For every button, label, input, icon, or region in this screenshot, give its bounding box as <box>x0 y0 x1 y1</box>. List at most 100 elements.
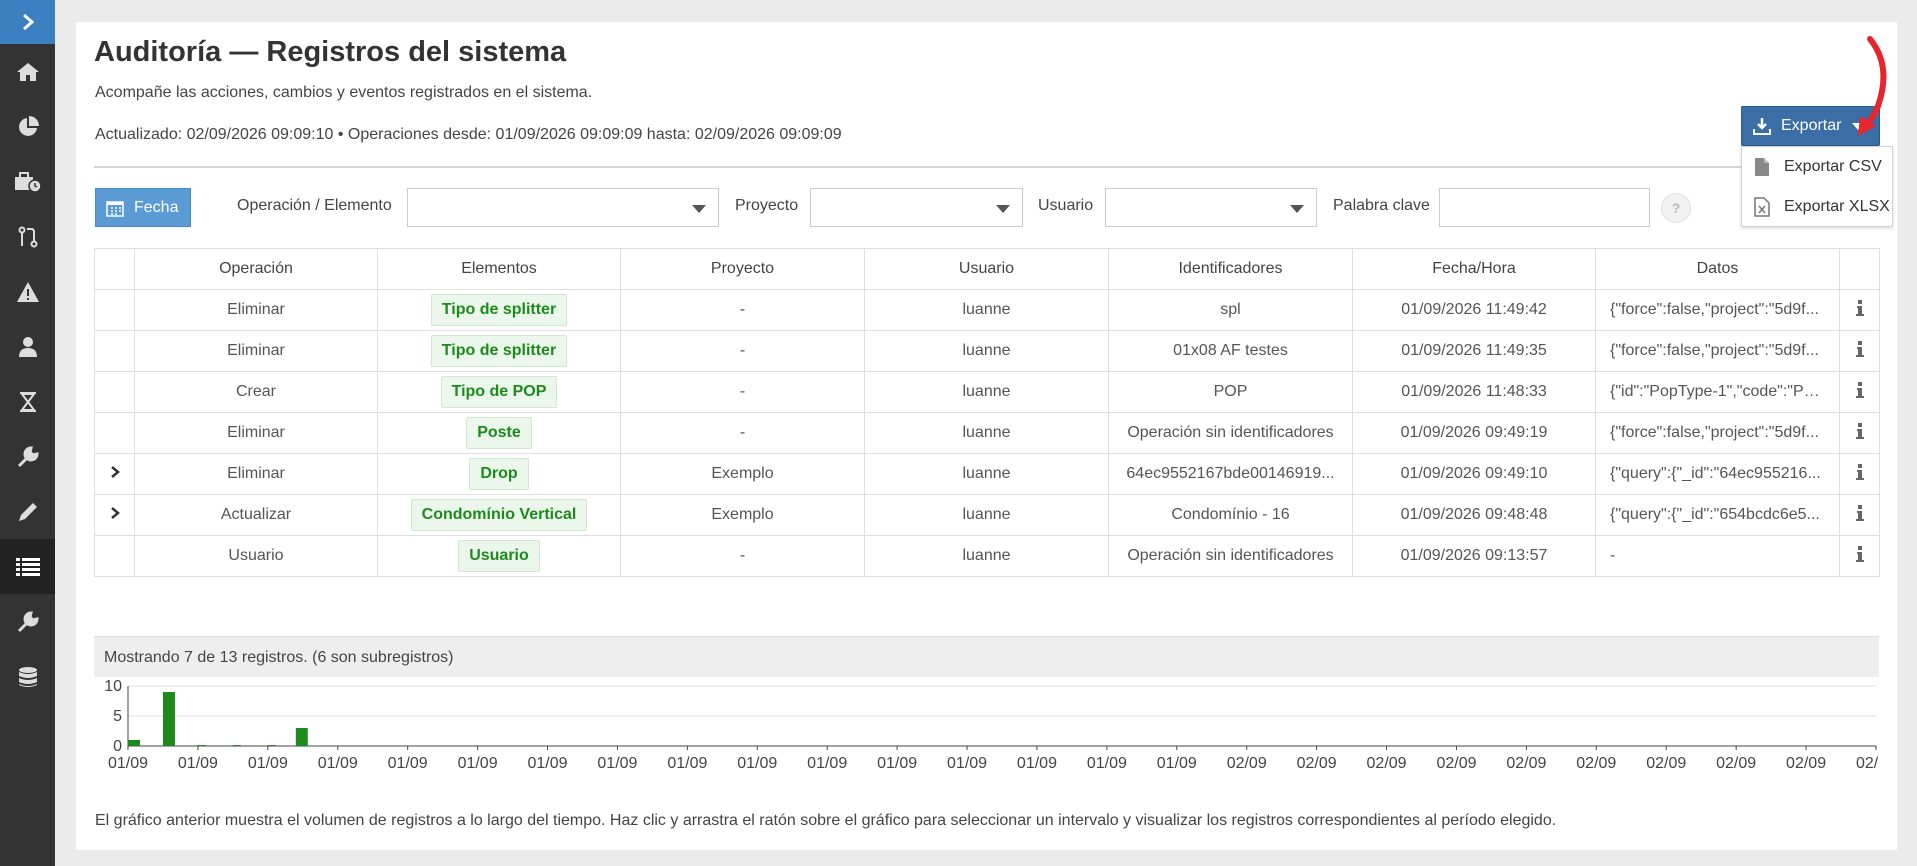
sidebar-item-history[interactable] <box>0 374 55 429</box>
info-cell[interactable] <box>1839 412 1880 454</box>
element-cell: Drop <box>377 453 621 495</box>
column-header[interactable]: Operación <box>134 248 378 290</box>
table-row[interactable]: Eliminar Tipo de splitter - luanne 01x08 AF … <box>94 330 1880 372</box>
operation-cell: Eliminar <box>134 453 378 495</box>
user-filter-label: Usuario <box>1038 197 1094 214</box>
chevron-right-icon[interactable] <box>110 465 120 479</box>
element-cell: Usuario <box>377 535 621 577</box>
operation-cell: Eliminar <box>134 412 378 454</box>
table-row[interactable]: Actualizar Condomínio Vertical Exemplo luan… <box>94 494 1880 536</box>
info-cell[interactable] <box>1839 330 1880 372</box>
table-row[interactable]: Eliminar Drop Exemplo luanne 64ec9552167bde0… <box>94 453 1880 495</box>
column-header[interactable]: Identificadores <box>1108 248 1353 290</box>
project-select[interactable] <box>810 188 1023 227</box>
element-badge: Tipo de splitter <box>430 335 568 367</box>
table-row[interactable]: Crear Tipo de POP - luanne POP 01/09/2026 11:… <box>94 371 1880 413</box>
sidebar-toggle-button[interactable] <box>0 0 55 44</box>
chevron-right-icon[interactable] <box>110 506 120 520</box>
operation-select[interactable] <box>407 188 719 227</box>
user-select[interactable] <box>1105 188 1317 227</box>
sidebar-item-audit[interactable] <box>0 539 55 594</box>
hourglass-icon <box>19 391 36 412</box>
data-cell: {"force":false,"project":"5d9f... <box>1595 330 1840 372</box>
info-cell[interactable] <box>1839 535 1880 577</box>
chart-bar <box>295 728 308 746</box>
download-icon <box>1753 118 1771 135</box>
project-cell: - <box>620 535 865 577</box>
keyword-input[interactable] <box>1439 188 1650 227</box>
x-tick-label: 01/09 <box>178 755 218 772</box>
table-row[interactable]: Usuario Usuario - luanne Operación sin ident… <box>94 535 1880 577</box>
x-tick-label: 01/09 <box>248 755 288 772</box>
sidebar-item-tools[interactable] <box>0 154 55 209</box>
chevron-down-icon <box>996 205 1010 213</box>
x-tick-label: 01/09 <box>877 755 917 772</box>
page-subtitle: Acompañe las acciones, cambios y eventos… <box>95 84 593 101</box>
x-tick-label: 01/09 <box>947 755 987 772</box>
x-tick-label: 02/09 <box>1716 755 1756 772</box>
x-tick-label: 02/09 <box>1646 755 1686 772</box>
date-filter-label: Fecha <box>134 198 179 216</box>
info-icon[interactable] <box>1855 504 1864 521</box>
column-header[interactable]: Usuario <box>864 248 1109 290</box>
info-icon[interactable] <box>1855 545 1864 562</box>
sidebar-item-compare[interactable] <box>0 209 55 264</box>
table-row[interactable]: Eliminar Tipo de splitter - luanne spl 01/09/… <box>94 289 1880 331</box>
sidebar-item-settings[interactable] <box>0 594 55 649</box>
chart-bar <box>162 692 175 746</box>
help-icon[interactable]: ? <box>1661 193 1691 223</box>
x-tick-label: 02/09 <box>1297 755 1337 772</box>
column-header[interactable]: Elementos <box>377 248 621 290</box>
database-icon <box>18 666 37 687</box>
data-cell: {"id":"PopType-1","code":"PO... <box>1595 371 1840 413</box>
info-icon[interactable] <box>1855 422 1864 439</box>
chart-bar <box>128 740 140 746</box>
sidebar-item-home[interactable] <box>0 44 55 99</box>
x-tick-label: 02/09 <box>1367 755 1407 772</box>
export-xlsx-item[interactable]: Exportar XLSX <box>1742 187 1892 227</box>
x-tick-label: 01/09 <box>108 755 148 772</box>
excel-file-icon <box>1754 197 1770 217</box>
info-cell[interactable] <box>1839 289 1880 331</box>
sidebar-item-edit[interactable] <box>0 484 55 539</box>
warning-icon <box>16 281 39 302</box>
sidebar-item-dashboard[interactable] <box>0 99 55 154</box>
x-tick-label: 01/09 <box>1157 755 1197 772</box>
element-cell: Tipo de splitter <box>377 330 621 372</box>
table-row[interactable]: Eliminar Poste - luanne Operación sin identi… <box>94 412 1880 454</box>
sidebar-item-users[interactable] <box>0 319 55 374</box>
expand-cell[interactable] <box>94 494 135 536</box>
info-icon[interactable] <box>1855 299 1864 316</box>
expand-cell[interactable] <box>94 453 135 495</box>
home-icon <box>16 62 39 81</box>
identifiers-cell: POP <box>1108 371 1353 413</box>
records-timeline-chart[interactable]: 0 5 10 01/09 01/09 01/09 01/09 01/09 01/09 01/09 0… <box>94 680 1879 808</box>
chevron-down-icon <box>1290 205 1304 213</box>
sidebar-item-database[interactable] <box>0 649 55 704</box>
x-tick-label: 01/09 <box>737 755 777 772</box>
x-tick-label: 02/09 <box>1506 755 1546 772</box>
info-cell[interactable] <box>1839 494 1880 536</box>
info-icon[interactable] <box>1855 381 1864 398</box>
operation-cell: Actualizar <box>134 494 378 536</box>
info-cell[interactable] <box>1839 453 1880 495</box>
date-filter-button[interactable]: Fecha <box>95 188 191 227</box>
toolbox-clock-icon <box>14 171 42 193</box>
git-compare-icon <box>18 226 37 247</box>
file-icon <box>1755 158 1769 176</box>
sidebar-item-alerts[interactable] <box>0 264 55 319</box>
data-cell: - <box>1595 535 1840 577</box>
info-icon[interactable] <box>1855 340 1864 357</box>
user-icon <box>18 336 37 357</box>
info-cell[interactable] <box>1839 371 1880 413</box>
column-header[interactable]: Fecha/Hora <box>1352 248 1596 290</box>
x-tick-label: 01/09 <box>458 755 498 772</box>
column-header[interactable]: Datos <box>1595 248 1840 290</box>
identifiers-cell: spl <box>1108 289 1353 331</box>
identifiers-cell: 01x08 AF testes <box>1108 330 1353 372</box>
info-icon[interactable] <box>1855 463 1864 480</box>
export-csv-item[interactable]: Exportar CSV <box>1742 147 1892 187</box>
sidebar-item-maintenance[interactable] <box>0 429 55 484</box>
column-header[interactable]: Proyecto <box>620 248 865 290</box>
element-cell: Poste <box>377 412 621 454</box>
